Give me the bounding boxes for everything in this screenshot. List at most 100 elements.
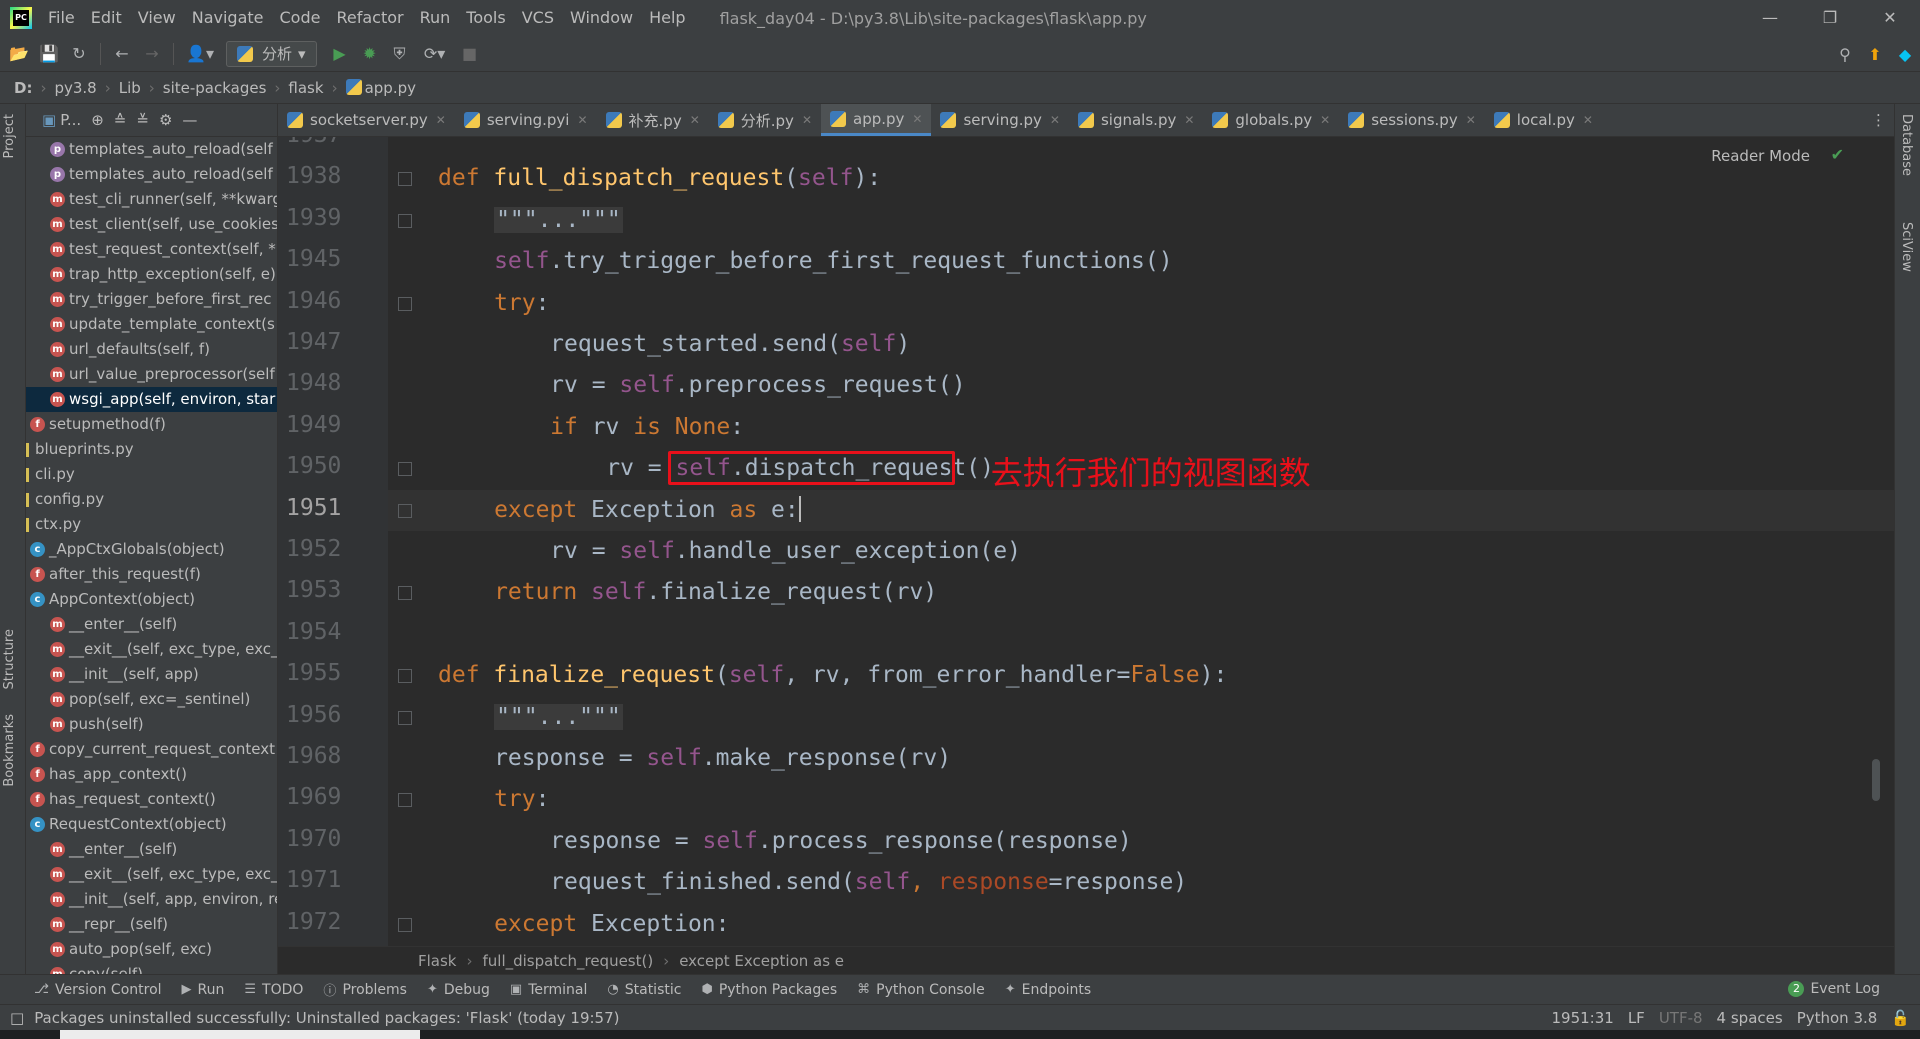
- line-separator[interactable]: LF: [1628, 1009, 1645, 1027]
- menu-vcs[interactable]: VCS: [514, 0, 562, 36]
- tab-local-py[interactable]: local.py ✕: [1485, 104, 1602, 136]
- tree-item[interactable]: p templates_auto_reload(self: [26, 162, 277, 187]
- reader-mode-toggle[interactable]: Reader Mode: [1711, 147, 1810, 165]
- tree-item[interactable]: f after_this_request(f): [26, 562, 277, 587]
- tree-item[interactable]: m __exit__(self, exc_type, exc_: [26, 862, 277, 887]
- locate-icon[interactable]: ⊕: [91, 111, 104, 129]
- code-line[interactable]: except Exception as e:: [388, 489, 1894, 531]
- fold-icon[interactable]: [398, 586, 412, 601]
- menu-file[interactable]: File: [40, 0, 83, 36]
- tree-item[interactable]: m url_defaults(self, f): [26, 337, 277, 362]
- tree-item[interactable]: m copy(self): [26, 962, 277, 974]
- jetbrains-toolbox-icon[interactable]: ◆: [1890, 39, 1920, 69]
- coverage-icon[interactable]: ⛨: [385, 39, 415, 69]
- tab-serving-py[interactable]: serving.py ✕: [931, 104, 1069, 136]
- code-line[interactable]: except Exception:: [388, 904, 1894, 945]
- tree-item[interactable]: m __exit__(self, exc_type, exc_: [26, 637, 277, 662]
- tree-item[interactable]: c AppContext(object): [26, 587, 277, 612]
- project-tool-tab[interactable]: Project: [2, 114, 17, 158]
- tree-item[interactable]: m test_request_context(self, *: [26, 237, 277, 262]
- fold-icon[interactable]: [398, 213, 412, 228]
- tree-item[interactable]: m pop(self, exc=_sentinel): [26, 687, 277, 712]
- tree-item[interactable]: f setupmethod(f): [26, 412, 277, 437]
- restore-icon[interactable]: ❐: [1800, 0, 1860, 36]
- database-tool-tab[interactable]: Database: [1899, 114, 1914, 176]
- close-tab-icon[interactable]: ✕: [1583, 113, 1593, 127]
- code-line[interactable]: [388, 137, 1894, 158]
- update-icon[interactable]: ⬆: [1860, 39, 1890, 69]
- tab--py[interactable]: 补充.py ✕: [597, 104, 709, 136]
- run-configuration-select[interactable]: 分析 ▾: [226, 40, 317, 67]
- editor-breadcrumb-item[interactable]: Flask: [418, 952, 457, 970]
- breadcrumb-item[interactable]: D:: [14, 79, 32, 97]
- tree-item[interactable]: m __repr__(self): [26, 912, 277, 937]
- code-line[interactable]: def finalize_request(self, rv, from_erro…: [388, 655, 1894, 696]
- tree-item[interactable]: m update_template_context(s: [26, 312, 277, 337]
- hide-panel-icon[interactable]: —: [182, 111, 197, 129]
- editor-breadcrumb-item[interactable]: full_dispatch_request(): [483, 952, 654, 970]
- back-arrow-icon[interactable]: ←: [107, 39, 137, 69]
- status-window-icon[interactable]: □: [10, 1009, 24, 1027]
- file-encoding[interactable]: UTF-8: [1659, 1009, 1703, 1027]
- toolwindow-python-packages[interactable]: ⬢ Python Packages: [701, 982, 837, 998]
- code-line[interactable]: if rv is None:: [388, 407, 1894, 448]
- project-view-select[interactable]: ▣ P...: [42, 111, 81, 129]
- tree-item[interactable]: m push(self): [26, 712, 277, 737]
- menu-code[interactable]: Code: [272, 0, 329, 36]
- fold-icon[interactable]: [398, 172, 412, 187]
- indent-setting[interactable]: 4 spaces: [1717, 1009, 1783, 1027]
- collapse-all-icon[interactable]: ≚: [136, 111, 149, 129]
- bookmarks-tool-tab[interactable]: Bookmarks: [2, 714, 17, 787]
- tree-item[interactable]: blueprints.py: [26, 437, 277, 462]
- tab-signals-py[interactable]: signals.py ✕: [1069, 104, 1203, 136]
- breadcrumb-item[interactable]: py3.8: [54, 79, 96, 97]
- close-tab-icon[interactable]: ✕: [1050, 113, 1060, 127]
- caret-position[interactable]: 1951:31: [1551, 1009, 1613, 1027]
- fold-icon[interactable]: [398, 503, 412, 518]
- stop-icon[interactable]: ■: [455, 39, 485, 69]
- tree-item[interactable]: m trap_http_exception(self, e): [26, 262, 277, 287]
- sciview-tool-tab[interactable]: SciView: [1899, 222, 1914, 272]
- code-line[interactable]: request_finished.send(self, response=res…: [388, 862, 1894, 903]
- breadcrumb-item[interactable]: app.py: [345, 78, 416, 97]
- code-line[interactable]: request_started.send(self): [388, 324, 1894, 365]
- minimize-icon[interactable]: —: [1740, 0, 1800, 36]
- toolwindow-debug[interactable]: ✦ Debug: [427, 982, 490, 998]
- tab-sessions-py[interactable]: sessions.py ✕: [1339, 104, 1485, 136]
- code-line[interactable]: return self.finalize_request(rv): [388, 572, 1894, 613]
- code-line[interactable]: try:: [388, 283, 1894, 324]
- editor-breadcrumb-item[interactable]: except Exception as e: [679, 952, 844, 970]
- fold-icon[interactable]: [398, 296, 412, 311]
- code-line[interactable]: try:: [388, 779, 1894, 820]
- code-line[interactable]: response = self.process_response(respons…: [388, 821, 1894, 862]
- open-folder-icon[interactable]: 📂: [4, 39, 34, 69]
- tree-item[interactable]: c _AppCtxGlobals(object): [26, 537, 277, 562]
- fold-icon[interactable]: [398, 917, 412, 932]
- tree-item[interactable]: m test_client(self, use_cookies: [26, 212, 277, 237]
- tab--py[interactable]: 分析.py ✕: [709, 104, 821, 136]
- menu-refactor[interactable]: Refactor: [328, 0, 411, 36]
- toolwindow-todo[interactable]: ☰ TODO: [244, 982, 303, 998]
- tree-item[interactable]: m try_trigger_before_first_rec: [26, 287, 277, 312]
- gear-icon[interactable]: ⚙: [159, 111, 172, 129]
- inspection-ok-icon[interactable]: ✔: [1831, 145, 1844, 164]
- close-icon[interactable]: ✕: [1860, 0, 1920, 36]
- toolwindow-version-control[interactable]: ⎇ Version Control: [34, 982, 162, 998]
- close-tab-icon[interactable]: ✕: [1320, 113, 1330, 127]
- close-tab-icon[interactable]: ✕: [1466, 113, 1476, 127]
- fold-icon[interactable]: [398, 793, 412, 808]
- event-log-button[interactable]: 2 Event Log: [1788, 981, 1880, 997]
- tree-item[interactable]: m __enter__(self): [26, 837, 277, 862]
- fold-icon[interactable]: [398, 462, 412, 477]
- menu-edit[interactable]: Edit: [83, 0, 130, 36]
- debug-icon[interactable]: ✹: [355, 39, 385, 69]
- tree-item[interactable]: cli.py: [26, 462, 277, 487]
- toolwindow-statistic[interactable]: ◔ Statistic: [607, 982, 681, 998]
- tree-item[interactable]: f copy_current_request_context: [26, 737, 277, 762]
- code-line[interactable]: """...""": [388, 200, 1894, 241]
- run-icon[interactable]: ▶: [325, 39, 355, 69]
- toolwindow-terminal[interactable]: ▣ Terminal: [510, 982, 587, 998]
- tree-item[interactable]: m test_cli_runner(self, **kwarg: [26, 187, 277, 212]
- forward-arrow-icon[interactable]: →: [137, 39, 167, 69]
- close-tab-icon[interactable]: ✕: [436, 113, 446, 127]
